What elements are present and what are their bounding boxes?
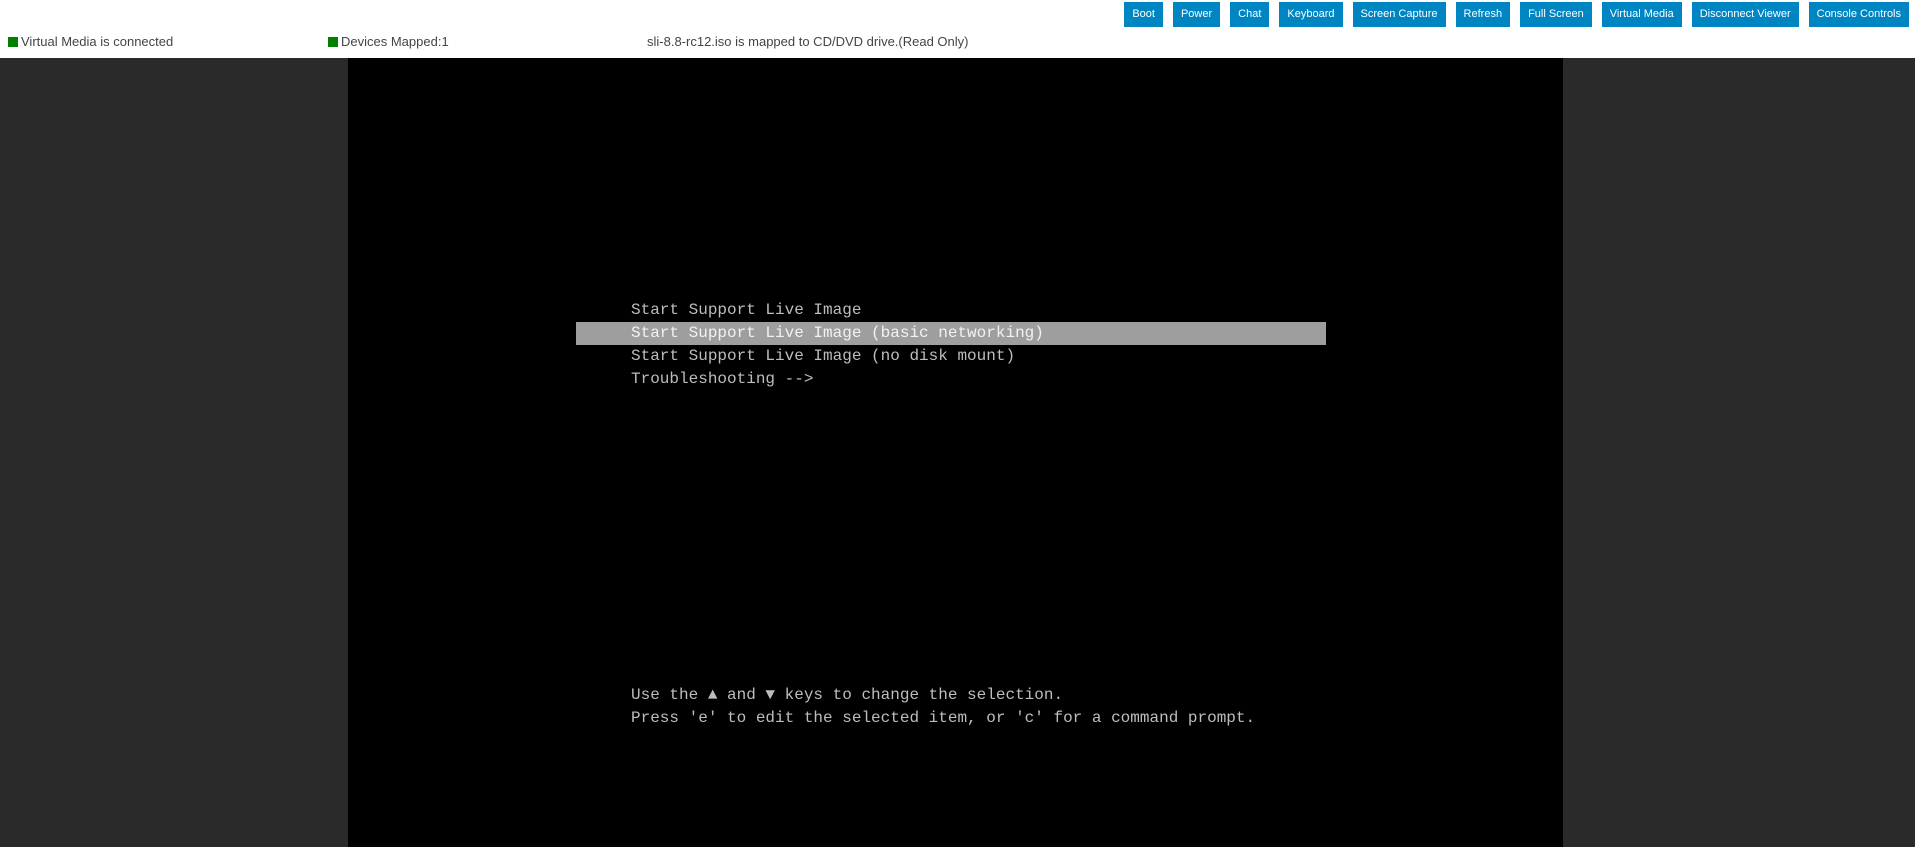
virtual-media-status: Virtual Media is connected <box>8 34 173 49</box>
remote-console-screen[interactable]: Start Support Live Image Start Support L… <box>348 58 1563 847</box>
menu-item-label: Troubleshooting --> <box>631 370 814 388</box>
boot-menu-item[interactable]: Start Support Live Image (no disk mount) <box>576 345 1326 368</box>
full-screen-button[interactable]: Full Screen <box>1520 2 1592 27</box>
boot-menu-item[interactable]: Start Support Live Image <box>576 299 1326 322</box>
boot-menu-item-selected[interactable]: Start Support Live Image (basic networki… <box>576 322 1326 345</box>
menu-item-label: Start Support Live Image (basic networki… <box>631 324 1044 342</box>
mapping-status-text: sli-8.8-rc12.iso is mapped to CD/DVD dri… <box>647 34 969 49</box>
help-text-line-2: Press 'e' to edit the selected item, or … <box>631 709 1256 727</box>
devices-mapped-status: Devices Mapped:1 <box>328 34 449 49</box>
screen-capture-button[interactable]: Screen Capture <box>1352 2 1446 27</box>
chat-button[interactable]: Chat <box>1230 2 1270 27</box>
menu-item-label: Start Support Live Image <box>631 301 862 319</box>
power-button[interactable]: Power <box>1172 2 1221 27</box>
console-controls-button[interactable]: Console Controls <box>1808 2 1909 27</box>
status-indicator-icon <box>328 36 338 47</box>
devices-mapped-text: Devices Mapped:1 <box>341 34 449 49</box>
help-text-line-1: Use the ▲ and ▼ keys to change the selec… <box>631 686 1064 704</box>
status-indicator-icon <box>8 36 18 47</box>
boot-menu-item[interactable]: Troubleshooting --> <box>576 368 1326 391</box>
boot-button[interactable]: Boot <box>1124 2 1163 27</box>
viewer-header: Boot Power Chat Keyboard Screen Capture … <box>0 0 1915 58</box>
virtual-media-button[interactable]: Virtual Media <box>1601 2 1682 27</box>
disconnect-viewer-button[interactable]: Disconnect Viewer <box>1691 2 1799 27</box>
keyboard-button[interactable]: Keyboard <box>1279 2 1343 27</box>
menu-item-label: Start Support Live Image (no disk mount) <box>631 347 1016 365</box>
refresh-button[interactable]: Refresh <box>1455 2 1511 27</box>
mapping-status: sli-8.8-rc12.iso is mapped to CD/DVD dri… <box>647 34 969 49</box>
virtual-media-status-text: Virtual Media is connected <box>21 34 174 49</box>
toolbar: Boot Power Chat Keyboard Screen Capture … <box>1124 2 1909 27</box>
